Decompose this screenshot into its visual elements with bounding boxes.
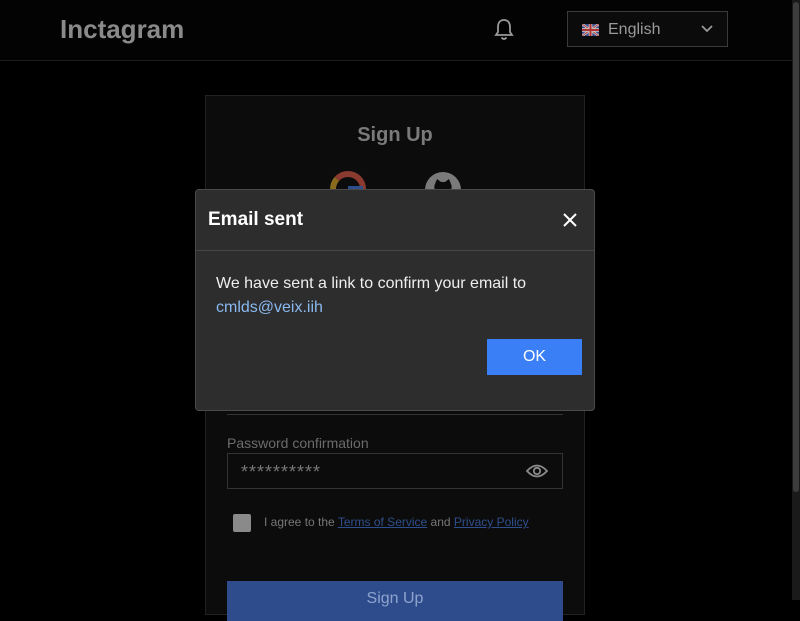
top-header: Inctagram English — [0, 0, 792, 61]
language-label: English — [608, 21, 661, 38]
modal-message-text: We have sent a link to confirm your emai… — [216, 275, 527, 292]
bell-icon[interactable] — [493, 18, 515, 42]
chevron-down-icon — [701, 25, 713, 33]
eye-icon[interactable] — [526, 463, 548, 479]
signup-button[interactable]: Sign Up — [227, 581, 563, 621]
signup-title: Sign Up — [357, 124, 433, 146]
password-confirmation-input[interactable]: ********** — [227, 453, 563, 489]
close-icon[interactable] — [562, 212, 578, 228]
agree-prefix: I agree to the — [264, 515, 335, 529]
ok-button[interactable]: OK — [487, 339, 582, 375]
scrollbar-thumb[interactable] — [793, 2, 799, 492]
agree-checkbox[interactable] — [233, 514, 251, 532]
password-confirmation-label: Password confirmation — [227, 435, 369, 451]
modal-header: Email sent — [196, 190, 594, 251]
language-select[interactable]: English — [567, 11, 728, 47]
page-scrollbar[interactable] — [792, 0, 800, 600]
uk-flag-icon — [582, 24, 599, 36]
privacy-link[interactable]: Privacy Policy — [454, 515, 529, 529]
modal-title: Email sent — [208, 209, 304, 230]
terms-link[interactable]: Terms of Service — [338, 515, 427, 529]
modal-message: We have sent a link to confirm your emai… — [216, 272, 576, 320]
password-confirmation-value: ********** — [241, 462, 322, 482]
agree-text: I agree to the Terms of Service and Priv… — [264, 515, 529, 529]
email-sent-modal: Email sent We have sent a link to confir… — [195, 189, 595, 411]
agree-and: and — [430, 515, 451, 529]
modal-email: cmlds@veix.iih — [216, 299, 323, 316]
app-logo[interactable]: Inctagram — [60, 14, 184, 45]
